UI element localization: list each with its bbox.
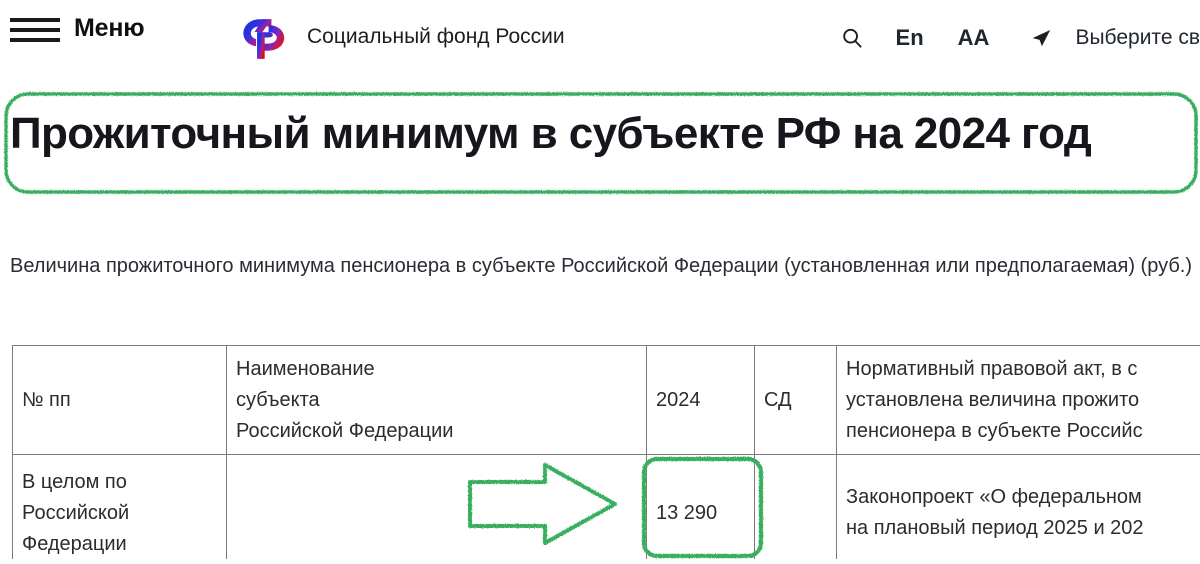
column-header-year: 2024 [647,346,755,455]
page-title: Прожиточный минимум в субъекте РФ на 202… [10,107,1091,161]
row-number-cell: В целом по Российской Федерации [13,455,227,560]
header-tools: En AA Выберите св [840,22,1200,54]
column-header-subject: Наименование субъекта Российской Федерац… [227,346,647,455]
search-icon[interactable] [840,26,864,50]
row-legal-act-line2: на плановый период 2025 и 202 [846,513,1200,544]
row-sd-cell [755,455,837,560]
location-arrow-icon[interactable] [1029,26,1053,50]
living-wage-table: № пп Наименование субъекта Российской Фе… [12,345,1200,559]
column-header-subject-line2: субъекта [236,385,636,416]
column-header-legal-act-line1: Нормативный правовой акт, в с [846,354,1200,385]
row-number-line2: Российской [22,498,216,529]
column-header-legal-act-line2: установлена величина прожито [846,385,1200,416]
column-header-sd: СД [755,346,837,455]
table-row: В целом по Российской Федерации 13 290 З… [13,455,1200,560]
row-value-2024-cell: 13 290 [647,455,755,560]
row-legal-act-cell: Законопроект «О федеральном на плановый … [837,455,1200,560]
brand-home-link[interactable]: Социальный фонд России [238,12,565,62]
page-title-region: Прожиточный минимум в субъекте РФ на 202… [0,95,1200,195]
column-header-subject-line1: Наименование [236,354,636,385]
menu-button[interactable]: Меню [10,15,144,42]
living-wage-table-container: № пп Наименование субъекта Российской Фе… [12,345,1200,559]
sfr-logo-icon [238,12,290,62]
page-description: Величина прожиточного минимума пенсионер… [10,250,1200,283]
language-switch-button[interactable]: En [896,25,924,51]
table-header-row: № пп Наименование субъекта Российской Фе… [13,346,1200,455]
column-header-legal-act: Нормативный правовой акт, в с установлен… [837,346,1200,455]
menu-button-label: Меню [74,15,144,42]
row-number-line1: В целом по [22,467,216,498]
column-header-number: № пп [13,346,227,455]
region-selector-label[interactable]: Выберите св [1075,25,1200,51]
hamburger-icon[interactable] [10,15,60,42]
font-size-button[interactable]: AA [958,25,990,51]
row-number-line3: Федерации [22,529,216,560]
brand-title: Социальный фонд России [307,24,565,50]
row-legal-act-line1: Законопроект «О федеральном [846,482,1200,513]
column-header-subject-line3: Российской Федерации [236,416,636,447]
column-header-legal-act-line3: пенсионера в субъекте Российс [846,416,1200,447]
site-header: Меню С [0,0,1200,74]
row-subject-cell [227,455,647,560]
